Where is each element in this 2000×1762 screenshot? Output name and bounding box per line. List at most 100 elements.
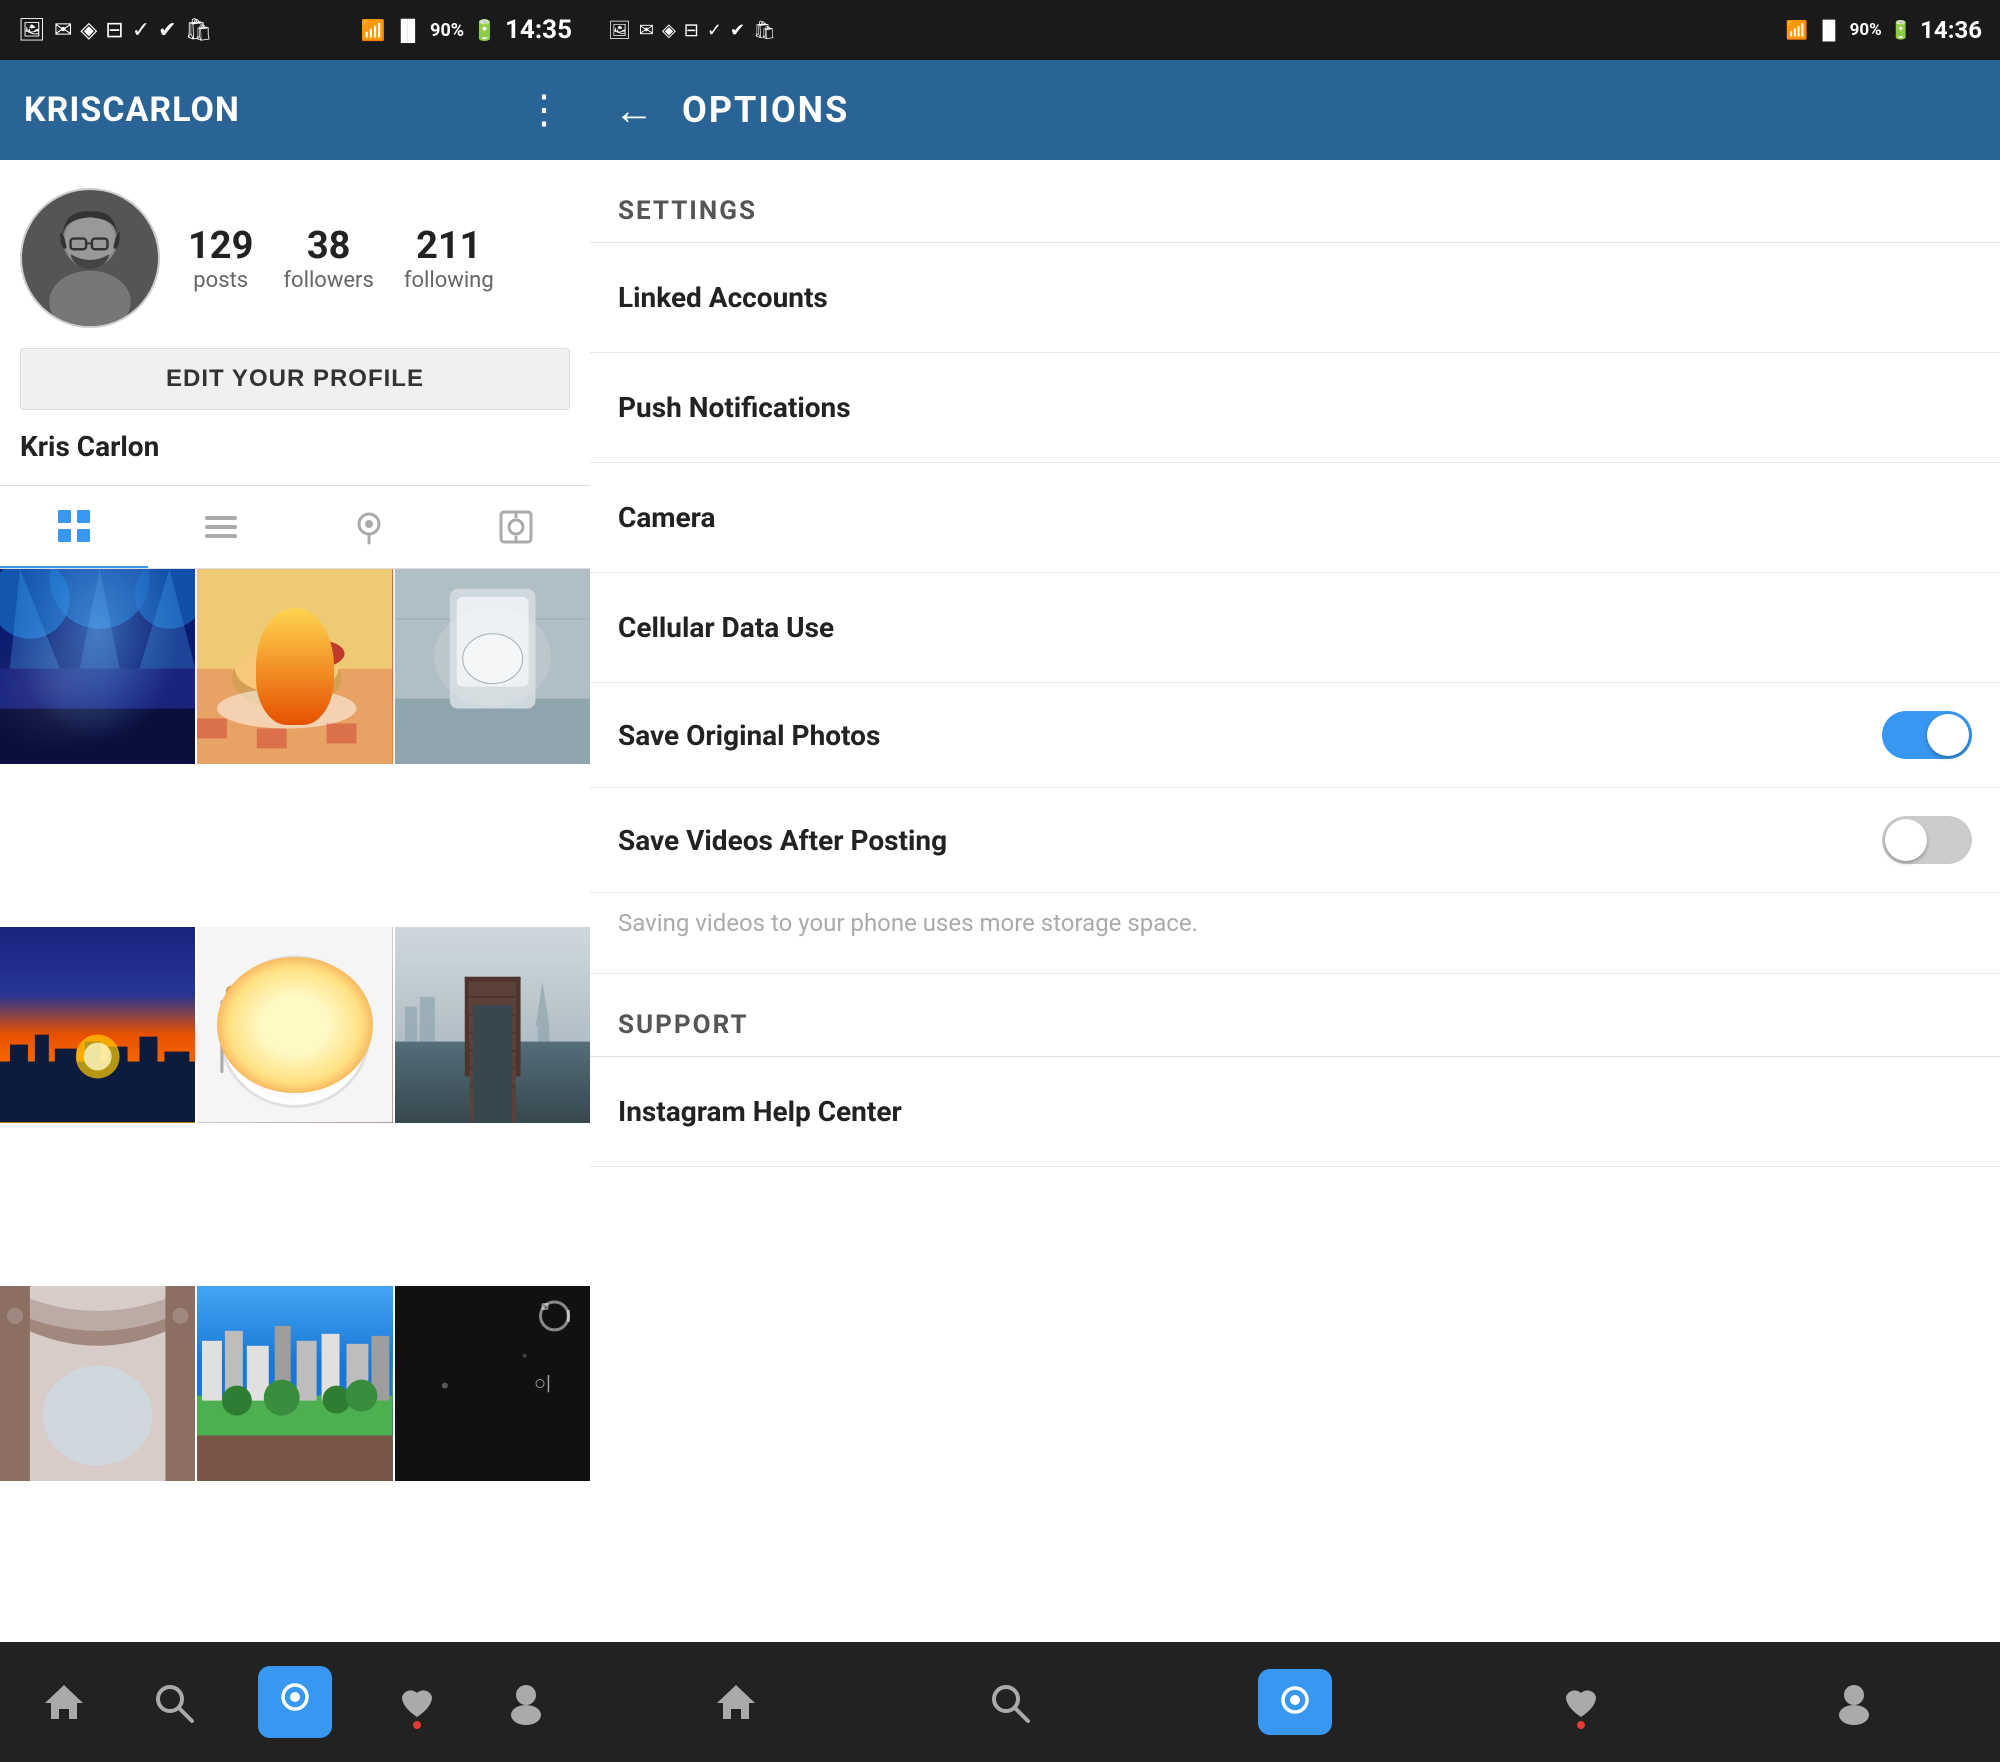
photo-cell-6[interactable]	[395, 927, 590, 1122]
posts-label: posts	[193, 268, 248, 293]
check-icon: ✓	[132, 18, 150, 43]
stat-followers[interactable]: 38 followers	[283, 224, 373, 293]
rss-icon: ⊟	[105, 18, 123, 43]
photo-cell-3[interactable]	[395, 569, 590, 764]
heart-dot-r	[1577, 1721, 1585, 1729]
check2-icon-r: ✔	[730, 20, 745, 41]
nav-home[interactable]	[41, 1679, 87, 1725]
camera-item[interactable]: Camera	[590, 463, 2000, 573]
signal-bars-r: ▐▌	[1816, 20, 1842, 41]
profile-top: 129 posts 38 followers 211 following	[20, 188, 570, 328]
time-right: 14:36	[1920, 16, 1982, 44]
photo-grid	[0, 569, 590, 1642]
photo-icon-r: 🖼	[608, 20, 631, 41]
edit-profile-button[interactable]: EDIT YOUR PROFILE	[20, 348, 570, 410]
nav-camera-r[interactable]	[1258, 1669, 1332, 1735]
nav-profile-r[interactable]	[1831, 1679, 1877, 1725]
app-title: KRISCARLON	[24, 90, 240, 130]
stat-posts: 129 posts	[188, 224, 253, 293]
nav-search-r[interactable]	[986, 1679, 1032, 1725]
nav-heart[interactable]	[394, 1679, 440, 1725]
followers-label: followers	[283, 268, 373, 293]
stat-following[interactable]: 211 following	[404, 224, 494, 293]
back-button[interactable]: ←	[614, 87, 654, 134]
status-right-right: 📶 ▐▌ 90% 🔋 14:36	[1786, 16, 1982, 44]
photo-icon: 🖼	[18, 18, 46, 43]
photo-cell-7[interactable]	[0, 1286, 195, 1481]
save-original-toggle[interactable]	[1882, 711, 1972, 759]
linked-accounts-label: Linked Accounts	[618, 281, 828, 314]
status-icons-right-left: 🖼 ✉ ◈ ⊟ ✓ ✔ 🛍	[608, 20, 776, 41]
save-original-label: Save Original Photos	[618, 719, 880, 752]
heart-notification-dot	[413, 1721, 421, 1729]
cellular-data-label: Cellular Data Use	[618, 611, 834, 644]
photo-cell-1[interactable]	[0, 569, 195, 764]
status-right-left: 📶 ▐▌ 90% 🔋 14:35	[361, 15, 572, 45]
shazam-icon-r: ◈	[662, 20, 676, 41]
following-count: 211	[416, 224, 481, 268]
linked-accounts-item[interactable]: Linked Accounts	[590, 243, 2000, 353]
battery-percent-r: 90%	[1850, 20, 1882, 40]
nav-home-r[interactable]	[713, 1679, 759, 1725]
list-icon	[203, 509, 239, 545]
tagged-icon	[498, 509, 534, 545]
followers-count: 38	[307, 224, 351, 268]
grid-icon	[56, 508, 92, 544]
avatar-svg	[22, 188, 158, 328]
toggle-knob-off	[1885, 819, 1927, 861]
mail-icon: ✉	[54, 18, 72, 43]
menu-button[interactable]: ⋮	[524, 90, 566, 130]
photo-cell-8[interactable]	[197, 1286, 392, 1481]
posts-count: 129	[188, 224, 253, 268]
photo-cell-2[interactable]	[197, 569, 392, 764]
camera-label: Camera	[618, 501, 715, 534]
toggle-knob-on	[1927, 714, 1969, 756]
tab-list[interactable]	[148, 486, 296, 568]
cellular-data-item[interactable]: Cellular Data Use	[590, 573, 2000, 683]
avatar	[20, 188, 160, 328]
battery-icon: 🔋	[472, 18, 497, 42]
photo-cell-4[interactable]	[0, 927, 195, 1122]
following-label: following	[404, 268, 494, 293]
nav-profile[interactable]	[503, 1679, 549, 1725]
status-bar-right: 🖼 ✉ ◈ ⊟ ✓ ✔ 🛍 📶 ▐▌ 90% 🔋 14:36	[590, 0, 2000, 60]
photo-cell-5[interactable]	[197, 927, 392, 1122]
heart-icon-r	[1558, 1679, 1604, 1725]
check-icon-r: ✓	[707, 20, 722, 41]
save-videos-helper: Saving videos to your phone uses more st…	[590, 893, 2000, 974]
bottom-nav-left	[0, 1642, 590, 1762]
settings-section-label: SETTINGS	[590, 160, 2000, 242]
photo-cell-9[interactable]	[395, 1286, 590, 1481]
wifi-icon: 📶	[361, 18, 386, 42]
tab-tagged[interactable]	[443, 486, 591, 568]
avatar-image	[22, 190, 158, 326]
search-icon	[150, 1679, 196, 1725]
tab-grid[interactable]	[0, 486, 148, 568]
save-videos-label: Save Videos After Posting	[618, 824, 947, 857]
left-panel: 🖼 ✉ ◈ ⊟ ✓ ✔ 🛍 📶 ▐▌ 90% 🔋 14:35 KRISCARLO…	[0, 0, 590, 1762]
save-videos-toggle[interactable]	[1882, 816, 1972, 864]
options-bar: ← OPTIONS	[590, 60, 2000, 160]
person-icon	[503, 1679, 549, 1725]
help-center-item[interactable]: Instagram Help Center	[590, 1057, 2000, 1167]
tab-bar	[0, 485, 590, 569]
person-icon-r	[1831, 1679, 1877, 1725]
push-notifications-label: Push Notifications	[618, 391, 851, 424]
right-panel: 🖼 ✉ ◈ ⊟ ✓ ✔ 🛍 📶 ▐▌ 90% 🔋 14:36 ← OPTIONS…	[590, 0, 2000, 1762]
bag-icon-r: 🛍	[753, 20, 776, 41]
settings-content: SETTINGS Linked Accounts Push Notificati…	[590, 160, 2000, 1642]
top-app-bar: KRISCARLON ⋮	[0, 60, 590, 160]
options-title: OPTIONS	[682, 89, 849, 131]
nav-camera[interactable]	[258, 1666, 332, 1738]
save-original-item: Save Original Photos	[590, 683, 2000, 788]
tab-map[interactable]	[295, 486, 443, 568]
profile-section: 129 posts 38 followers 211 following EDI…	[0, 160, 590, 485]
camera-icon-r	[1258, 1669, 1332, 1735]
nav-search[interactable]	[150, 1679, 196, 1725]
stats-container: 129 posts 38 followers 211 following	[188, 224, 570, 293]
support-section-label: SUPPORT	[590, 974, 2000, 1056]
nav-heart-r[interactable]	[1558, 1679, 1604, 1725]
push-notifications-item[interactable]: Push Notifications	[590, 353, 2000, 463]
heart-icon	[394, 1679, 440, 1725]
map-pin-icon	[351, 509, 387, 545]
